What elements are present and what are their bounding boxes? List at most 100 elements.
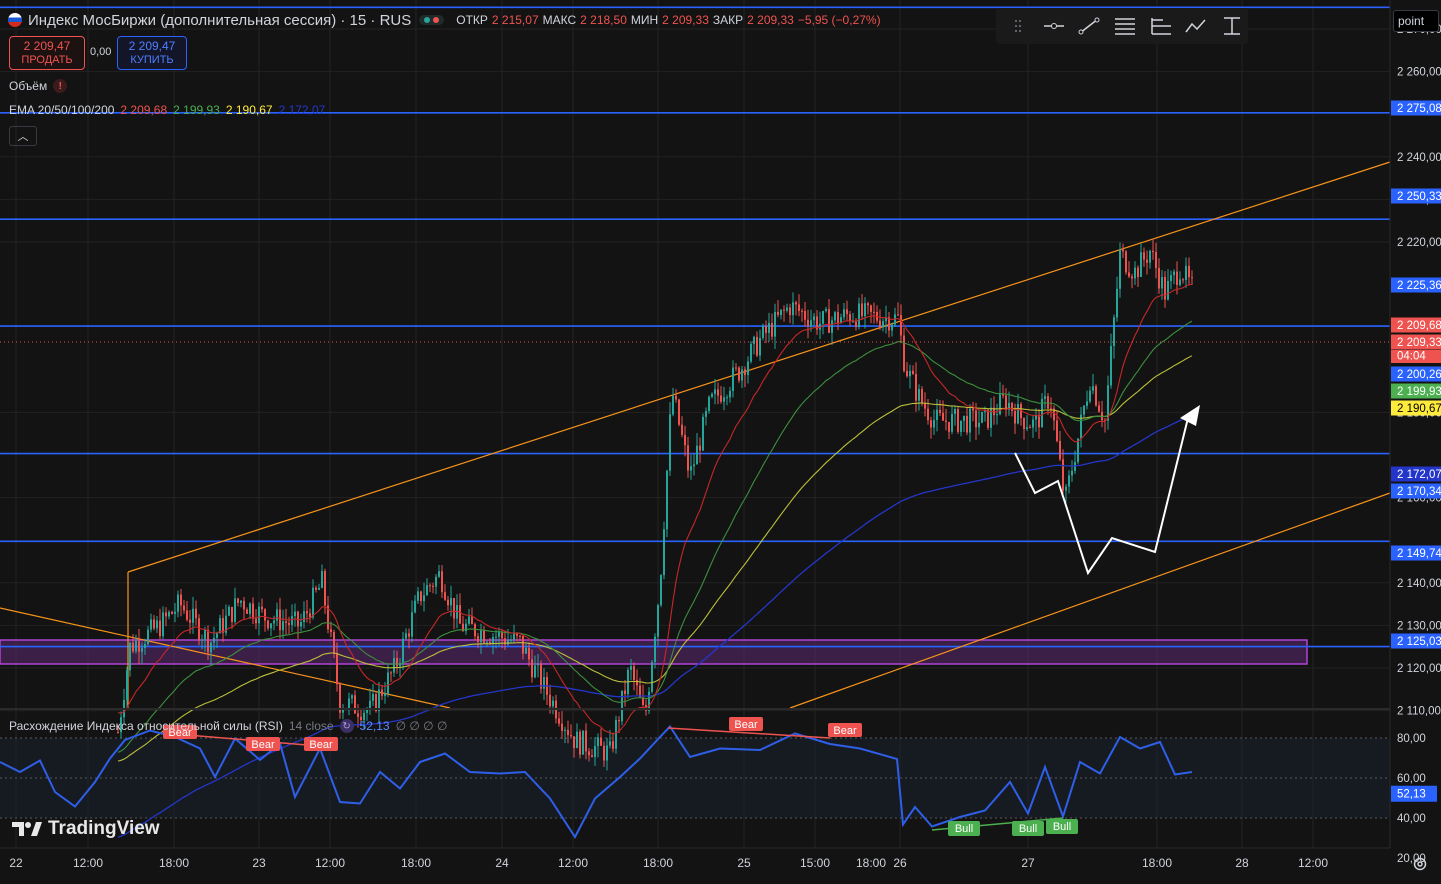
rsi-indicator-label[interactable]: Расхождение Индекса относительной силы (… bbox=[9, 719, 447, 733]
candle-body bbox=[810, 320, 812, 327]
trend-line-icon[interactable] bbox=[1073, 11, 1105, 41]
candle-body bbox=[807, 319, 809, 327]
candle-body bbox=[693, 464, 695, 467]
candle-body bbox=[132, 642, 134, 652]
candle-body bbox=[201, 639, 203, 641]
sell-button[interactable]: 2 209,47 ПРОДАТЬ bbox=[9, 36, 85, 70]
candle-body bbox=[1134, 267, 1136, 279]
symbol-title[interactable]: Индекс МосБиржи (дополнительная сессия) … bbox=[28, 12, 411, 29]
candle-body bbox=[960, 420, 962, 432]
time-tick-label: 26 bbox=[893, 856, 907, 870]
candle-body bbox=[351, 695, 353, 699]
candle-body bbox=[441, 571, 443, 593]
candle-body bbox=[576, 731, 578, 749]
price-mode-selector[interactable]: point bbox=[1393, 10, 1439, 32]
candle-body bbox=[420, 591, 422, 602]
candle-body bbox=[129, 642, 131, 671]
price-tag-label: 2 149,74 bbox=[1397, 548, 1441, 560]
candle-body bbox=[150, 619, 152, 630]
candle-body bbox=[219, 618, 221, 634]
drag-handle-icon[interactable] bbox=[1002, 11, 1034, 41]
buy-button[interactable]: 2 209,47 КУПИТЬ bbox=[117, 36, 187, 70]
candle-body bbox=[258, 606, 260, 624]
candle-body bbox=[747, 361, 749, 376]
candle-body bbox=[603, 745, 605, 761]
candle-body bbox=[288, 623, 290, 625]
candle-body bbox=[282, 621, 284, 631]
candle-body bbox=[138, 640, 140, 652]
candle-body bbox=[1116, 288, 1118, 318]
volume-indicator-label[interactable]: Объём ! bbox=[9, 79, 68, 93]
candle-body bbox=[582, 730, 584, 755]
candle-body bbox=[168, 611, 170, 617]
candle-body bbox=[1038, 415, 1040, 428]
candle-body bbox=[423, 595, 425, 602]
candle-body bbox=[969, 408, 971, 433]
long-short-icon[interactable] bbox=[1145, 11, 1177, 41]
candle-body bbox=[156, 620, 158, 629]
candle-body bbox=[477, 636, 479, 642]
candle-body bbox=[588, 751, 590, 756]
candle-body bbox=[738, 367, 740, 381]
candle-body bbox=[564, 729, 566, 731]
collapse-indicators-button[interactable]: ︿ bbox=[9, 126, 37, 146]
candle-body bbox=[951, 414, 953, 432]
price-tick-label: 2 140,00 bbox=[1397, 578, 1441, 590]
candle-body bbox=[696, 445, 698, 465]
candle-body bbox=[786, 307, 788, 311]
candle-body bbox=[699, 445, 701, 451]
candle-body bbox=[957, 409, 959, 432]
candle-body bbox=[936, 409, 938, 421]
drawing-toolbar bbox=[996, 8, 1248, 44]
candle-body bbox=[273, 620, 275, 624]
candle-body bbox=[825, 309, 827, 312]
time-tick-label: 18:00 bbox=[1142, 856, 1172, 870]
candle-body bbox=[735, 367, 737, 369]
candle-body bbox=[801, 310, 803, 312]
rsi-tick-label: 40,00 bbox=[1397, 813, 1426, 825]
refresh-icon[interactable]: ↻ bbox=[339, 719, 354, 733]
time-tick-label: 25 bbox=[737, 856, 751, 870]
candle-body bbox=[324, 571, 326, 606]
candle-body bbox=[1125, 251, 1127, 273]
price-tag-label: 2 172,07 bbox=[1397, 469, 1441, 481]
price-tick-label: 2 120,00 bbox=[1397, 663, 1441, 675]
rsi-tick-label: 60,00 bbox=[1397, 773, 1426, 785]
candle-body bbox=[660, 575, 662, 606]
path-icon[interactable] bbox=[1181, 11, 1213, 41]
candle-body bbox=[954, 409, 956, 415]
candle-body bbox=[723, 397, 725, 402]
candle-body bbox=[126, 670, 128, 701]
time-tick-label: 24 bbox=[495, 856, 509, 870]
candle-body bbox=[333, 632, 335, 654]
candle-body bbox=[1002, 394, 1004, 396]
candle-body bbox=[435, 576, 437, 587]
candle-body bbox=[1023, 418, 1025, 430]
candle-body bbox=[780, 309, 782, 316]
candle-body bbox=[561, 723, 563, 731]
candle-body bbox=[903, 335, 905, 371]
fib-retracement-icon[interactable] bbox=[1109, 11, 1141, 41]
candle-body bbox=[450, 598, 452, 606]
warning-icon[interactable]: ! bbox=[53, 79, 68, 93]
time-tick-label: 18:00 bbox=[159, 856, 189, 870]
candle-body bbox=[609, 741, 611, 746]
candle-body bbox=[522, 635, 524, 654]
gear-icon[interactable] bbox=[1412, 856, 1428, 872]
candle-body bbox=[1032, 419, 1034, 428]
time-tick-label: 22 bbox=[9, 856, 23, 870]
price-chart[interactable]: BearBearBearBearBear BullBullBull 2 290,… bbox=[0, 0, 1441, 884]
price-range-icon[interactable] bbox=[1216, 11, 1248, 41]
ema-indicator-label[interactable]: EMA 20/50/100/200 2 209,68 2 199,93 2 19… bbox=[9, 103, 325, 117]
market-status-icon[interactable] bbox=[419, 15, 445, 25]
horizontal-line-icon[interactable] bbox=[1038, 11, 1070, 41]
candle-body bbox=[279, 609, 281, 631]
candle-body bbox=[1191, 277, 1193, 279]
candle-body bbox=[828, 309, 830, 333]
candle-body bbox=[186, 610, 188, 620]
candle-body bbox=[264, 609, 266, 621]
candle-body bbox=[756, 336, 758, 356]
candle-body bbox=[945, 420, 947, 422]
candle-body bbox=[972, 408, 974, 411]
candle-body bbox=[978, 422, 980, 428]
